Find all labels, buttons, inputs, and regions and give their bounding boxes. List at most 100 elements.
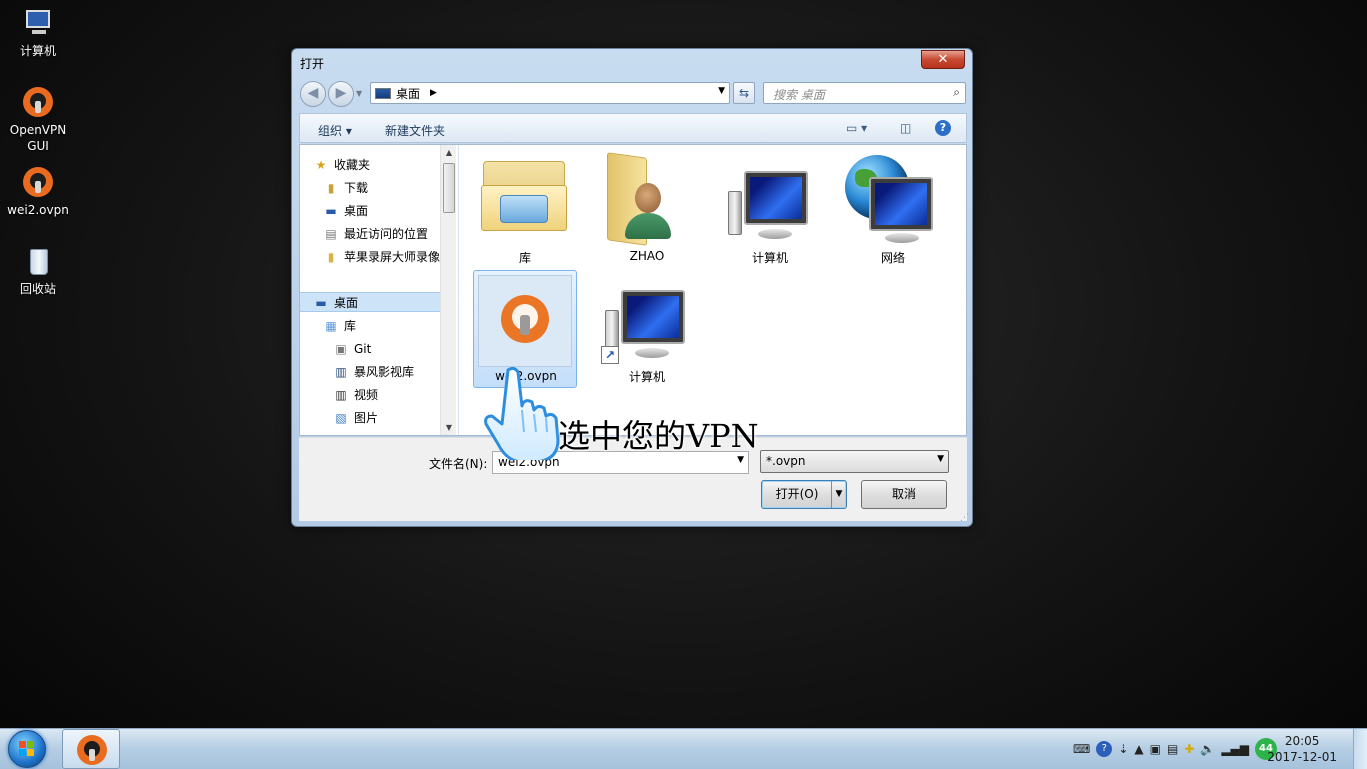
desktop-icon (375, 87, 391, 99)
desktop-icon-label: OpenVPN GUI (9, 123, 67, 153)
desktop-icon-computer[interactable]: 计算机 (0, 8, 76, 59)
nav-item-label: 桌面 (334, 296, 359, 310)
address-bar[interactable]: 桌面 ▶ ▼ (370, 82, 730, 104)
desktop-icon-recycle-bin[interactable]: 回收站 (0, 246, 76, 297)
desktop-icon: ▬ (325, 204, 337, 218)
search-icon[interactable]: ⌕ (953, 85, 960, 100)
library-icon: ▦ (325, 319, 337, 333)
nav-item-label: 视频 (354, 388, 379, 402)
scroll-thumb[interactable] (443, 163, 455, 213)
refresh-icon: ⇆ (738, 86, 750, 100)
file-item-computer-shortcut[interactable]: ↗ 计算机 (595, 270, 699, 388)
git-icon: ▣ (335, 342, 347, 356)
command-bar: 组织 ▾ 新建文件夹 ▭ ▾ ◫ ? (299, 113, 967, 143)
nav-item-label: 库 (344, 319, 357, 333)
nav-item-desktop[interactable]: ▬ 桌面 (300, 292, 440, 312)
clock[interactable]: 20:05 2017-12-01 (1267, 733, 1337, 765)
back-button[interactable]: ◀ (300, 81, 326, 107)
folder-icon: ▮ (327, 250, 335, 264)
taskbar: ⌨ ? ⇣ ▲ ▣ ▤ ✚ 🔈 ▂▄▆ 44 20:05 2017-12-01 (0, 728, 1367, 769)
scroll-down-icon[interactable]: ▼ (441, 423, 457, 432)
chevron-down-icon[interactable]: ▼ (737, 455, 744, 465)
search-input[interactable]: 搜索 桌面 ⌕ (763, 82, 966, 104)
clock-date: 2017-12-01 (1267, 750, 1337, 764)
address-current[interactable]: 桌面 (396, 85, 420, 102)
scroll-up-icon[interactable]: ▲ (441, 148, 457, 157)
open-button-label: 打开(O) (775, 487, 819, 501)
clipboard-icon[interactable]: ▤ (1167, 742, 1178, 756)
address-dropdown-icon[interactable]: ▼ (718, 86, 725, 96)
new-folder-button[interactable]: 新建文件夹 (385, 122, 445, 139)
nav-item-label: 最近访问的位置 (344, 227, 429, 241)
chevron-down-icon: ▼ (937, 454, 944, 464)
help-icon[interactable]: ? (935, 120, 951, 136)
nav-item-recorder-folder[interactable]: ▮ 苹果录屏大师录像 (324, 247, 440, 267)
cancel-button[interactable]: 取消 (861, 480, 947, 509)
filename-label: 文件名(N): (429, 457, 488, 471)
file-item-label: ZHAO (629, 249, 665, 263)
shortcut-arrow-icon: ↗ (601, 346, 619, 364)
file-item-label: 计算机 (751, 251, 788, 265)
file-type-select[interactable]: *.ovpn ▼ (760, 450, 949, 473)
desktop-icon-label: wei2.ovpn (7, 203, 69, 217)
network-signal-icon[interactable]: ▂▄▆ (1221, 742, 1249, 756)
pane-splitter[interactable] (458, 145, 459, 435)
system-tray: ⌨ ? ⇣ ▲ ▣ ▤ ✚ 🔈 ▂▄▆ 44 (1073, 738, 1277, 760)
view-options-icon[interactable]: ▭ ▾ (846, 121, 867, 135)
nav-item-label: 下载 (344, 181, 369, 195)
desktop-icon-label: 回收站 (19, 282, 56, 296)
history-dropdown[interactable]: ▼ (356, 89, 362, 98)
help-icon[interactable]: ? (1096, 741, 1113, 757)
arrow-left-icon: ◀ (307, 85, 319, 101)
nav-item-label: Git (354, 342, 372, 356)
keyboard-icon[interactable]: ⌨ (1073, 742, 1090, 756)
chevron-down-icon: ▼ (356, 89, 363, 98)
desktop-icon-wei2-ovpn[interactable]: wei2.ovpn (0, 167, 76, 218)
tray-options-icon[interactable]: ⇣ (1118, 742, 1128, 756)
forward-button[interactable]: ▶ (328, 81, 354, 107)
file-item-computer[interactable]: 计算机 (718, 151, 822, 269)
volume-icon[interactable]: 🔈 (1200, 742, 1215, 756)
windows-logo-icon (19, 741, 35, 757)
file-item-network[interactable]: 网络 (841, 151, 945, 269)
show-hidden-icons[interactable]: ▲ (1134, 742, 1143, 756)
open-button[interactable]: 打开(O) ▼ (761, 480, 847, 509)
start-button[interactable] (8, 730, 46, 768)
navigation-pane: ★ 收藏夹 ▮ 下载 ▬ 桌面 ▤ 最近访问的位置 ▮ 苹果录屏大师录像 ▬ 桌面 ▦ 库 ▣… (300, 145, 458, 435)
breadcrumb-arrow-icon[interactable]: ▶ (430, 88, 437, 98)
openvpn-icon (77, 735, 107, 765)
close-button[interactable]: ✕ (921, 50, 965, 69)
hand-pointer-icon (484, 366, 560, 460)
nav-scrollbar[interactable]: ▲ ▼ (440, 145, 456, 435)
file-item-label: 库 (518, 251, 531, 265)
nav-item-favorites[interactable]: ★ 收藏夹 (314, 155, 454, 175)
nav-item-label: 桌面 (344, 204, 369, 218)
star-icon: ★ (315, 158, 327, 172)
close-icon: ✕ (937, 52, 949, 67)
organize-button[interactable]: 组织 ▾ (318, 122, 352, 139)
nav-item-label: 图片 (354, 411, 379, 425)
file-item-user-folder[interactable]: ZHAO (595, 151, 699, 269)
desktop-icon: ▬ (315, 296, 327, 310)
dialog-title: 打开 (300, 57, 325, 71)
clock-time: 20:05 (1284, 734, 1320, 748)
picture-icon: ▧ (335, 411, 347, 425)
file-item-label: 计算机 (628, 370, 665, 384)
refresh-button[interactable]: ⇆ (733, 82, 755, 104)
taskbar-openvpn-button[interactable] (62, 729, 120, 769)
desktop-icon-openvpn-gui[interactable]: OpenVPN GUI (0, 87, 76, 154)
resize-grip-icon[interactable]: ⋰ (960, 513, 969, 523)
display-icon[interactable]: ▣ (1150, 742, 1161, 756)
open-options-dropdown-icon[interactable]: ▼ (831, 481, 846, 508)
recycle-bin-icon (22, 246, 54, 278)
computer-icon (22, 8, 54, 40)
openvpn-icon (22, 87, 54, 119)
video-icon: ▥ (335, 388, 347, 402)
file-item-libraries[interactable]: 库 (473, 151, 577, 269)
security-icon[interactable]: ✚ (1184, 742, 1194, 756)
search-placeholder: 搜索 桌面 (773, 88, 825, 102)
preview-pane-icon[interactable]: ◫ (900, 121, 911, 135)
arrow-right-icon: ▶ (335, 85, 347, 101)
openvpn-icon (22, 167, 54, 199)
show-desktop-button[interactable] (1353, 729, 1367, 769)
